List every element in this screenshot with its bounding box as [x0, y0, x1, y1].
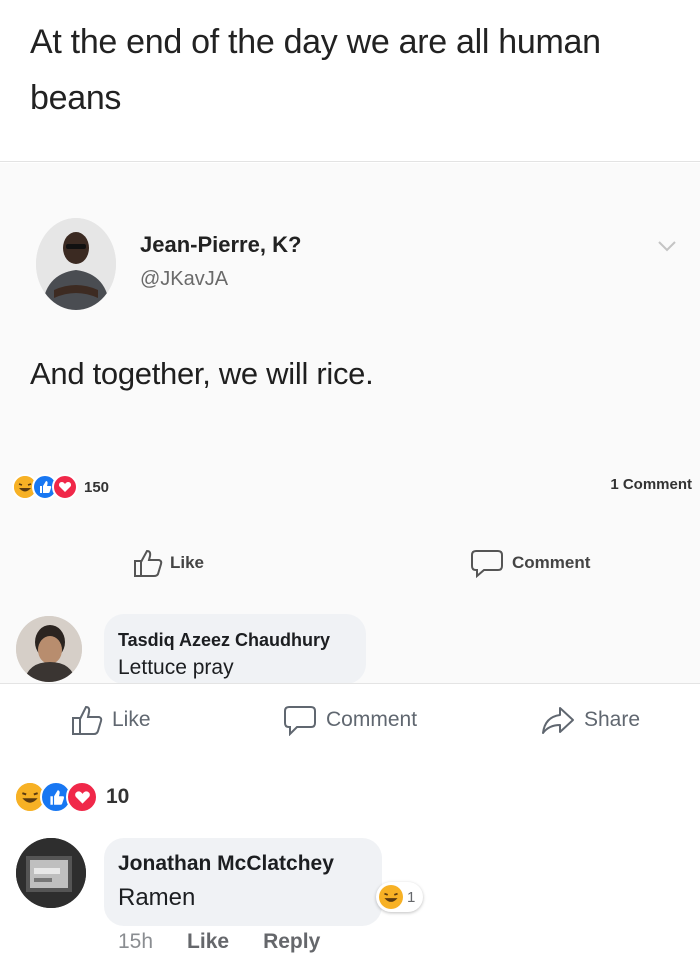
comment-text: Lettuce pray [118, 656, 234, 679]
tweet-text: And together, we will rice. [30, 356, 374, 391]
tweet-like-label: Like [170, 553, 205, 572]
thumbs-up-icon [72, 705, 103, 735]
love-icon [52, 474, 78, 500]
commenter-avatar[interactable] [16, 616, 82, 682]
comment-label: Comment [326, 708, 418, 731]
love-icon [66, 781, 98, 813]
comment-icon [284, 706, 316, 736]
tweet-comment-label: Comment [512, 553, 591, 572]
comment-like-link[interactable]: Like [187, 930, 229, 954]
tweet-author-handle[interactable]: @JKavJA [140, 268, 228, 291]
like-button[interactable]: Like [70, 704, 151, 736]
comment-reply-link[interactable]: Reply [263, 930, 320, 954]
comment-icon [471, 550, 503, 578]
comment-timestamp: 15h [118, 930, 154, 953]
like-label: Like [112, 708, 151, 731]
chevron-down-icon[interactable] [656, 238, 678, 254]
post-reactions-summary[interactable]: 10 [14, 781, 130, 813]
comment-text: Ramen [118, 884, 196, 911]
comment-author[interactable]: Tasdiq Azeez Chaudhury [118, 630, 330, 651]
tweet-reaction-count: 150 [84, 478, 110, 496]
tweet-author-name[interactable]: Jean-Pierre, K? [140, 232, 301, 258]
post-header: At the end of the day we are all human b… [0, 0, 700, 162]
comment-reaction-count: 1 [407, 888, 416, 906]
haha-icon [379, 885, 403, 909]
post-reaction-count: 10 [106, 785, 130, 808]
thumbs-up-icon [134, 549, 163, 577]
share-button[interactable]: Share [540, 704, 640, 736]
tweet-reactions-summary[interactable]: 150 [12, 474, 109, 500]
tweet-comment-button[interactable]: Comment [470, 548, 590, 578]
commenter-avatar[interactable] [16, 838, 86, 908]
tweet-like-button[interactable]: Like [132, 548, 204, 578]
comment-meta-row: 15h Like Reply [118, 930, 354, 954]
share-icon [542, 707, 574, 734]
tweet-author-avatar[interactable] [36, 218, 116, 310]
divider [0, 683, 700, 684]
comment-author[interactable]: Jonathan McClatchey [118, 852, 334, 876]
comment-reaction-badge[interactable]: 1 [376, 882, 424, 912]
share-label: Share [584, 708, 641, 731]
tweet-comment-count[interactable]: 1 Comment [610, 476, 692, 493]
post-caption: At the end of the day we are all human b… [30, 23, 601, 117]
comment-button[interactable]: Comment [282, 704, 417, 736]
